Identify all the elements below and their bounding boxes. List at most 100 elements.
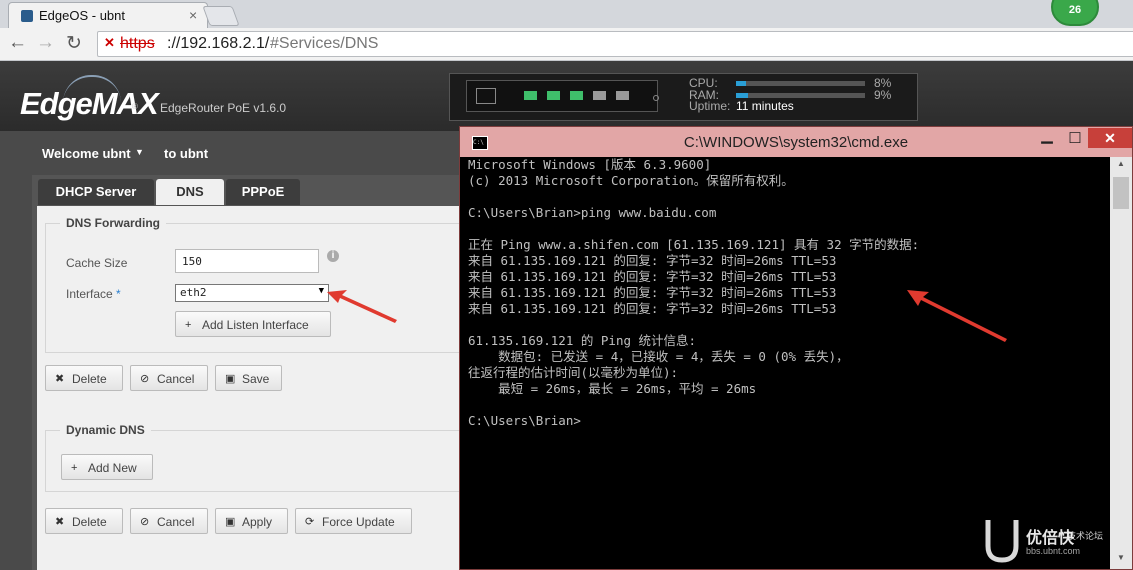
force-update-button[interactable]: ⟳ Force Update: [295, 508, 412, 534]
cancel-button[interactable]: ⊘ Cancel: [130, 508, 208, 534]
cmd-line: 来自 61.135.169.121 的回复: 字节=32 时间=26ms TTL…: [468, 253, 837, 268]
required-marker: *: [116, 287, 121, 301]
url-path: #Services/DNS: [270, 35, 379, 52]
cmd-line: C:\Users\Brian>ping www.baidu.com: [468, 205, 717, 220]
dns-tab-content: DNS Forwarding Cache Size Interface * 15…: [37, 206, 467, 570]
cmd-scrollbar[interactable]: ▲ ▼: [1110, 157, 1132, 569]
tab-dns[interactable]: DNS: [156, 179, 224, 205]
uptime-label: Uptime:: [689, 99, 731, 113]
notification-badge[interactable]: 26: [1051, 0, 1099, 26]
minimize-button[interactable]: ▁: [1034, 128, 1060, 149]
add-listen-interface-button[interactable]: + Add Listen Interface: [175, 311, 331, 337]
delete-label: Delete: [72, 515, 107, 529]
reload-icon[interactable]: ↻: [66, 32, 82, 55]
to-user-label: to ubnt: [164, 146, 209, 161]
cmd-line: 数据包: 已发送 = 4，已接收 = 4，丢失 = 0 (0% 丢失)，: [468, 349, 849, 364]
browser-tab[interactable]: EdgeOS - ubnt ×: [8, 2, 208, 29]
port-icon: [616, 91, 629, 100]
router-model: EdgeRouter PoE v1.6.0: [160, 101, 287, 115]
info-icon[interactable]: i: [327, 250, 339, 262]
annotation-arrow-icon: [907, 290, 1007, 342]
url-scheme: https: [120, 35, 155, 52]
port-icon: [524, 91, 537, 100]
interface-select[interactable]: eth2 ▼: [175, 284, 329, 302]
cmd-window: C:\ C:\WINDOWS\system32\cmd.exe ▁ ☐ ✕ Mi…: [459, 126, 1133, 570]
new-tab-button[interactable]: [202, 6, 240, 26]
add-new-button[interactable]: + Add New: [61, 454, 153, 480]
cpu-bar: [736, 81, 865, 86]
floppy-disk-icon: ▣: [225, 373, 236, 385]
interface-select-value: eth2: [180, 286, 207, 299]
interface-label: Interface *: [66, 287, 121, 301]
add-listen-interface-label: Add Listen Interface: [202, 318, 309, 332]
services-panel: DHCP Server DNS PPPoE DNS Forwarding Cac…: [32, 175, 467, 570]
caret-down-icon[interactable]: ▼: [135, 147, 144, 157]
back-arrow-icon[interactable]: ←: [8, 32, 27, 54]
tab-dhcp-server[interactable]: DHCP Server: [38, 179, 154, 205]
cmd-line: C:\Users\Brian>: [468, 413, 581, 428]
port-diagram: [466, 80, 659, 112]
scroll-up-icon[interactable]: ▲: [1110, 159, 1132, 168]
cache-size-label: Cache Size: [66, 256, 128, 270]
cancel-label: Cancel: [157, 515, 195, 529]
browser-toolbar: ← → ↻ ✕ https ://192.168.2.1/ #Services/…: [0, 28, 1133, 61]
dns-forwarding-legend: DNS Forwarding: [60, 216, 167, 230]
cmd-output[interactable]: Microsoft Windows [版本 6.3.9600] (c) 2013 …: [468, 157, 1113, 569]
apply-label: Apply: [242, 515, 273, 529]
ram-value: 9%: [874, 88, 892, 102]
cmd-line: 来自 61.135.169.121 的回复: 字节=32 时间=26ms TTL…: [468, 285, 837, 300]
ram-bar: [736, 93, 865, 98]
status-panel: CPU: 8% RAM: 9% Uptime: 11 minutes: [449, 73, 918, 121]
floppy-disk-icon: ▣: [225, 516, 236, 528]
cmd-line: 往返行程的估计时间(以毫秒为单位):: [468, 365, 679, 380]
close-icon: ✖: [55, 373, 65, 385]
annotation-arrow-icon: [327, 290, 397, 323]
close-window-button[interactable]: ✕: [1088, 128, 1132, 148]
browser-tab-strip: EdgeOS - ubnt × 26: [0, 0, 1133, 29]
tab-pppoe[interactable]: PPPoE: [226, 179, 300, 205]
cmd-titlebar[interactable]: C:\ C:\WINDOWS\system32\cmd.exe ▁ ☐ ✕: [460, 127, 1132, 157]
delete-button[interactable]: ✖ Delete: [45, 508, 123, 534]
plus-icon: +: [185, 319, 192, 331]
uptime-value: 11 minutes: [736, 99, 794, 113]
dynamic-dns-legend: Dynamic DNS: [60, 423, 151, 437]
save-label: Save: [242, 372, 270, 386]
cache-size-input[interactable]: 150: [175, 249, 319, 273]
save-button[interactable]: ▣ Save: [215, 365, 282, 391]
watermark-subtitle: 技术论坛: [1067, 531, 1104, 541]
watermark-logo-icon: [985, 520, 1019, 563]
watermark-url: bbs.ubnt.com: [1026, 546, 1081, 556]
cancel-label: Cancel: [157, 372, 195, 386]
port-icon: [547, 91, 560, 100]
cmd-line: 来自 61.135.169.121 的回复: 字节=32 时间=26ms TTL…: [468, 269, 837, 284]
cmd-window-title: C:\WINDOWS\system32\cmd.exe: [683, 134, 909, 151]
add-new-label: Add New: [88, 461, 137, 475]
address-bar[interactable]: ✕ https ://192.168.2.1/ #Services/DNS: [97, 31, 1133, 57]
scroll-thumb[interactable]: [1113, 177, 1129, 209]
insecure-lock-icon[interactable]: ✕: [104, 36, 116, 50]
cmd-line: 正在 Ping www.a.shifen.com [61.135.169.121…: [468, 237, 920, 252]
cmd-line: [468, 317, 1113, 333]
cmd-line: (c) 2013 Microsoft Corporation。保留所有权利。: [468, 173, 794, 188]
annotation-arrow-shape: [327, 290, 397, 323]
delete-label: Delete: [72, 372, 107, 386]
refresh-icon: ⟳: [305, 516, 315, 528]
maximize-button[interactable]: ☐: [1062, 129, 1088, 149]
forward-arrow-icon[interactable]: →: [36, 32, 55, 54]
welcome-user-menu[interactable]: Welcome ubnt: [42, 146, 131, 161]
cmd-line: 来自 61.135.169.121 的回复: 字节=32 时间=26ms TTL…: [468, 301, 837, 316]
plus-icon: +: [71, 462, 78, 474]
cancel-button[interactable]: ⊘ Cancel: [130, 365, 208, 391]
port-icon: [570, 91, 583, 100]
cmd-line: 61.135.169.121 的 Ping 统计信息:: [468, 333, 697, 348]
force-update-label: Force Update: [322, 515, 395, 529]
tab-close-icon[interactable]: ×: [189, 7, 197, 23]
port-icon: [593, 91, 606, 100]
delete-button[interactable]: ✖ Delete: [45, 365, 123, 391]
cancel-icon: ⊘: [140, 516, 150, 528]
url-host: ://192.168.2.1/: [167, 35, 270, 52]
annotation-arrow-shape: [907, 290, 1007, 342]
status-led-icon: [653, 95, 659, 101]
apply-button[interactable]: ▣ Apply: [215, 508, 288, 534]
watermark: 优倍快 技术论坛 bbs.ubnt.com: [982, 516, 1132, 568]
